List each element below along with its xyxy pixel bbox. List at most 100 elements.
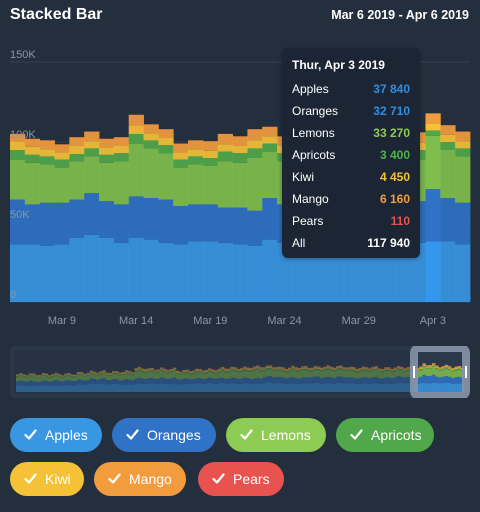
bar-segment-oranges[interactable] xyxy=(188,204,204,242)
bar-segment-mango[interactable] xyxy=(39,140,55,150)
bar-segment-apples[interactable] xyxy=(188,241,204,302)
bar-segment-mango[interactable] xyxy=(54,144,70,153)
bar-segment-kiwi[interactable] xyxy=(99,147,115,155)
toggle-apricots[interactable]: Apricots xyxy=(336,418,434,452)
bar-segment-mango[interactable] xyxy=(188,140,204,150)
bar-segment-apples[interactable] xyxy=(247,246,263,302)
bar-segment-apricots[interactable] xyxy=(158,145,174,154)
bar-segment-apples[interactable] xyxy=(440,241,456,302)
bar-segment-oranges[interactable] xyxy=(232,207,248,245)
bar-segment-oranges[interactable] xyxy=(39,202,55,246)
bar-segment-lemons[interactable] xyxy=(247,158,263,211)
bar-segment-lemons[interactable] xyxy=(84,156,100,194)
bar-segment-apricots[interactable] xyxy=(128,134,144,144)
bar-segment-mango[interactable] xyxy=(173,143,189,153)
bar-segment-lemons[interactable] xyxy=(69,161,85,200)
bar-segment-kiwi[interactable] xyxy=(143,133,159,141)
bar-segment-kiwi[interactable] xyxy=(54,152,70,160)
bar-segment-oranges[interactable] xyxy=(262,198,278,240)
bar-segment-apples[interactable] xyxy=(24,244,41,302)
bar-segment-oranges[interactable] xyxy=(440,198,456,242)
bar-segment-apples[interactable] xyxy=(54,244,70,302)
bar-segment-apricots[interactable] xyxy=(188,156,204,165)
bar-segment-apples[interactable] xyxy=(113,242,130,302)
range-navigator[interactable] xyxy=(10,346,470,398)
bar-segment-lemons[interactable] xyxy=(425,135,441,190)
bar-segment-apples[interactable] xyxy=(84,234,100,302)
bar-segment-apples[interactable] xyxy=(69,238,85,302)
bar-segment-mango[interactable] xyxy=(440,125,456,135)
bar-segment-lemons[interactable] xyxy=(188,164,204,205)
bar-segment-apricots[interactable] xyxy=(217,151,233,162)
bar-segment-mango[interactable] xyxy=(128,114,144,126)
bar-segment-oranges[interactable] xyxy=(425,189,441,242)
bar-segment-apricots[interactable] xyxy=(232,153,248,163)
bar-segment-lemons[interactable] xyxy=(24,162,41,205)
bar-segment-lemons[interactable] xyxy=(440,150,456,198)
bar-segment-apples[interactable] xyxy=(202,241,219,302)
bar-segment-apricots[interactable] xyxy=(440,142,456,150)
bar-segment-oranges[interactable] xyxy=(84,193,100,235)
bar-segment-lemons[interactable] xyxy=(262,151,278,198)
bar-segment-apricots[interactable] xyxy=(173,159,189,168)
bar-segment-mango[interactable] xyxy=(247,129,263,141)
bar-segment-oranges[interactable] xyxy=(143,198,159,240)
bar-segment-oranges[interactable] xyxy=(10,199,26,245)
bar-segment-lemons[interactable] xyxy=(232,162,248,208)
bar-segment-kiwi[interactable] xyxy=(84,141,100,149)
bar-segment-apples[interactable] xyxy=(99,238,115,302)
bar-segment-oranges[interactable] xyxy=(99,201,115,238)
bar-segment-apricots[interactable] xyxy=(455,148,471,157)
bar-segment-kiwi[interactable] xyxy=(24,146,41,155)
bar-segment-kiwi[interactable] xyxy=(69,146,85,154)
bar-segment-kiwi[interactable] xyxy=(113,146,130,154)
bar-segment-lemons[interactable] xyxy=(217,161,233,208)
bar-segment-apples[interactable] xyxy=(143,239,159,302)
bar-segment-mango[interactable] xyxy=(262,126,278,137)
bar-segment-oranges[interactable] xyxy=(158,199,174,243)
toggle-mango[interactable]: Mango xyxy=(94,462,186,496)
toggle-pears[interactable]: Pears xyxy=(198,462,284,496)
bar-segment-lemons[interactable] xyxy=(202,166,219,205)
bar-segment-kiwi[interactable] xyxy=(202,150,219,158)
bar-segment-mango[interactable] xyxy=(99,138,115,148)
bar-segment-lemons[interactable] xyxy=(455,156,471,203)
bar-segment-apricots[interactable] xyxy=(39,156,55,165)
bar-segment-lemons[interactable] xyxy=(173,167,189,206)
bar-segment-oranges[interactable] xyxy=(128,196,144,238)
bar-segment-mango[interactable] xyxy=(143,124,159,134)
bar-segment-oranges[interactable] xyxy=(69,199,85,238)
toggle-oranges[interactable]: Oranges xyxy=(112,418,216,452)
bar-segment-apples[interactable] xyxy=(455,244,471,302)
bar-segment-apricots[interactable] xyxy=(113,153,130,162)
bar-segment-kiwi[interactable] xyxy=(455,141,471,149)
bar-segment-apricots[interactable] xyxy=(262,143,278,152)
bar-segment-oranges[interactable] xyxy=(54,202,70,245)
toggle-lemons[interactable]: Lemons xyxy=(226,418,326,452)
bar-segment-apricots[interactable] xyxy=(425,130,441,136)
bar-segment-apricots[interactable] xyxy=(10,150,26,160)
bar-segment-apples[interactable] xyxy=(158,242,174,302)
bar-segment-oranges[interactable] xyxy=(173,206,189,245)
bar-segment-lemons[interactable] xyxy=(128,143,144,197)
bar-segment-kiwi[interactable] xyxy=(128,126,144,134)
bar-segment-kiwi[interactable] xyxy=(262,136,278,144)
bar-segment-kiwi[interactable] xyxy=(10,142,26,150)
bar-segment-apricots[interactable] xyxy=(69,154,85,162)
bar-segment-oranges[interactable] xyxy=(217,207,233,243)
bar-segment-apricots[interactable] xyxy=(247,148,263,158)
bar-segment-lemons[interactable] xyxy=(143,148,159,198)
bar-segment-lemons[interactable] xyxy=(39,164,55,203)
bar-segment-kiwi[interactable] xyxy=(440,134,456,142)
bar-segment-kiwi[interactable] xyxy=(39,149,55,157)
bar-segment-oranges[interactable] xyxy=(202,204,219,242)
bar-segment-apples[interactable] xyxy=(232,244,248,302)
bar-segment-mango[interactable] xyxy=(425,113,441,124)
bar-segment-oranges[interactable] xyxy=(455,202,471,245)
bar-segment-apples[interactable] xyxy=(217,242,233,302)
bar-segment-apples[interactable] xyxy=(39,246,55,302)
bar-segment-mango[interactable] xyxy=(84,131,100,142)
bar-segment-mango[interactable] xyxy=(455,131,471,142)
bar-segment-apples[interactable] xyxy=(173,244,189,302)
bar-segment-mango[interactable] xyxy=(217,134,233,145)
